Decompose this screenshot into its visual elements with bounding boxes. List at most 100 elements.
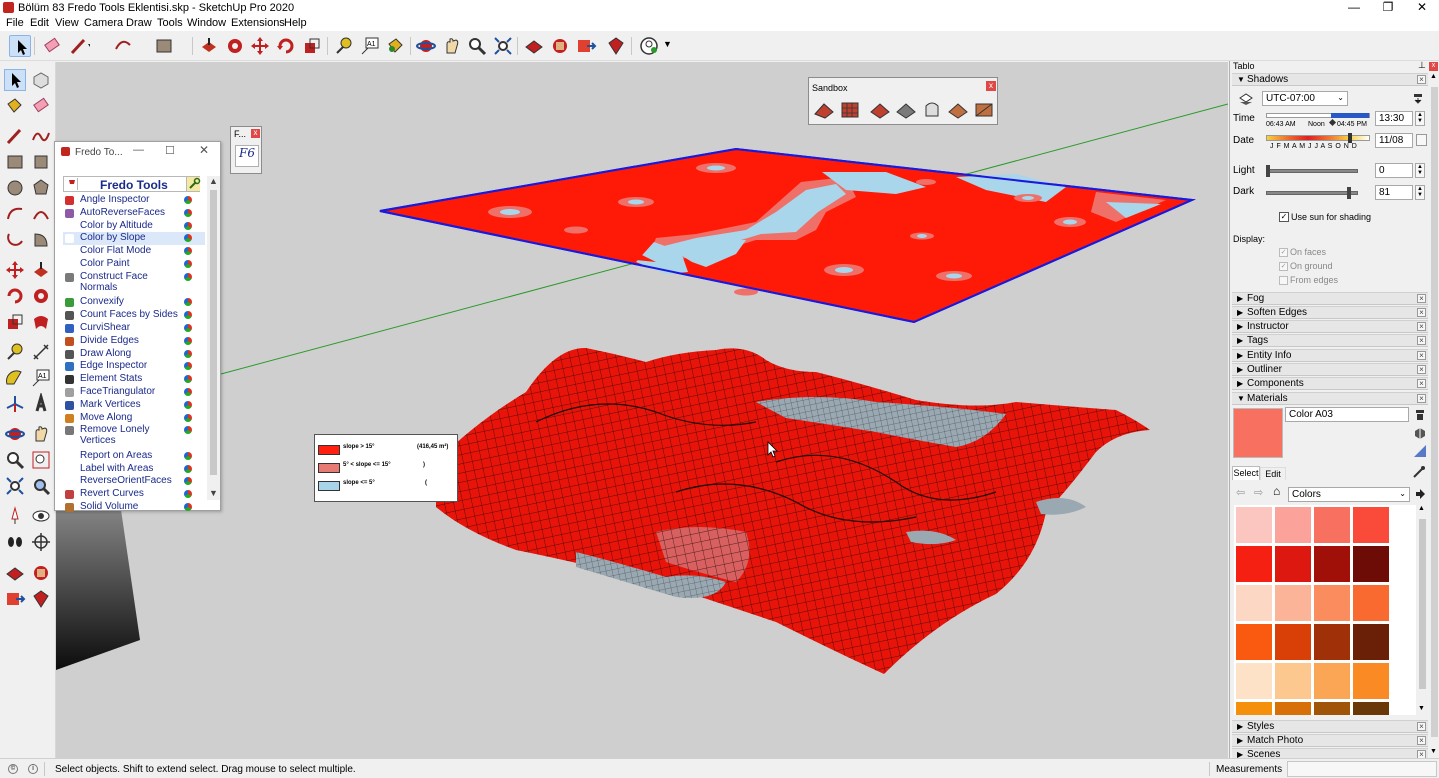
light-spinner[interactable]: ▲ ▼	[1415, 163, 1425, 178]
zoom-extents-icon[interactable]	[492, 35, 514, 57]
zoom-window-icon[interactable]	[30, 449, 52, 471]
rotate-icon[interactable]	[4, 285, 26, 307]
fog-section-header[interactable]: ▶ Fog ×	[1232, 292, 1428, 305]
menu-edit[interactable]: Edit	[30, 17, 49, 29]
scroll-up-icon[interactable]: ▲	[1418, 505, 1425, 512]
create-material-icon[interactable]	[1413, 426, 1427, 440]
rotate-tool-icon[interactable]	[275, 35, 297, 57]
warehouse-icon[interactable]	[4, 562, 26, 584]
menu-help[interactable]: Help	[284, 17, 307, 29]
dark-spinner[interactable]: ▲ ▼	[1415, 185, 1425, 200]
material-swatch[interactable]	[1353, 546, 1389, 582]
fredo-tool-menu-icon[interactable]	[184, 426, 192, 435]
previous-view-icon[interactable]	[30, 475, 52, 497]
fredo-tool-menu-icon[interactable]	[184, 490, 192, 499]
eraser-icon[interactable]	[30, 95, 52, 117]
orbit-icon[interactable]	[4, 423, 26, 445]
material-swatch[interactable]	[1353, 663, 1389, 699]
line-tool-icon[interactable]	[68, 35, 90, 57]
fredo-tool-item[interactable]: AutoReverseFaces	[63, 207, 205, 220]
date-input[interactable]: 11/08	[1375, 133, 1413, 148]
select-tool-icon[interactable]	[4, 69, 26, 91]
send-to-layout-icon[interactable]	[4, 588, 26, 610]
extension-warehouse-icon[interactable]	[30, 562, 52, 584]
fredo-tool-item[interactable]: Angle Inspector	[63, 194, 205, 207]
scroll-down-icon[interactable]: ▼	[1418, 705, 1425, 712]
dark-slider-thumb[interactable]	[1347, 187, 1351, 199]
settings-wrench-icon[interactable]	[186, 177, 201, 191]
components-section-header[interactable]: ▶ Components ×	[1232, 377, 1428, 390]
fredo-tool-item[interactable]: Element Stats	[63, 373, 205, 386]
tray-scrollbar[interactable]: ▲ ▼	[1429, 73, 1439, 758]
paint-bucket-icon[interactable]	[4, 95, 26, 117]
smoove-icon[interactable]	[869, 100, 891, 120]
material-swatch[interactable]	[1314, 663, 1350, 699]
walk-icon[interactable]	[4, 531, 26, 553]
fredo-tool-item[interactable]: ReverseOrientFaces	[63, 475, 205, 488]
date-slider-thumb[interactable]	[1348, 133, 1352, 143]
material-swatch[interactable]	[1275, 702, 1311, 715]
maximize-button[interactable]: ❐	[1371, 0, 1405, 16]
fredo-close-button[interactable]: ✕	[199, 143, 209, 157]
fredo-tool-menu-icon[interactable]	[184, 260, 192, 268]
text-tool-icon[interactable]: A1	[359, 35, 381, 57]
freehand-icon[interactable]	[30, 125, 52, 147]
scroll-thumb[interactable]	[1419, 519, 1426, 689]
default-material-icon[interactable]	[1413, 444, 1427, 458]
select-tool-icon[interactable]	[9, 35, 31, 57]
dark-input[interactable]: 81	[1375, 185, 1413, 200]
pie-icon[interactable]	[30, 229, 52, 251]
arc-icon[interactable]	[4, 203, 26, 225]
fredo-tool-item[interactable]: Count Faces by Sides	[63, 309, 205, 322]
fredo-tool-menu-icon[interactable]	[184, 298, 192, 307]
fredo-tool-item[interactable]: Color Flat Mode	[63, 245, 205, 258]
fredo-tool-menu-icon[interactable]	[184, 311, 192, 320]
circle-icon[interactable]	[4, 177, 26, 199]
fredo-tool-menu-icon[interactable]	[184, 323, 192, 332]
material-swatch[interactable]	[1275, 507, 1311, 543]
axes-icon[interactable]	[4, 393, 26, 415]
material-swatch[interactable]	[1314, 585, 1350, 621]
offset-icon[interactable]	[30, 311, 52, 333]
fredo-tool-item[interactable]: Report on Areas	[63, 450, 205, 463]
add-detail-icon[interactable]	[947, 100, 969, 120]
light-slider-thumb[interactable]	[1266, 165, 1270, 177]
material-swatch[interactable]	[1314, 702, 1350, 715]
fredo-tool-menu-icon[interactable]	[184, 464, 192, 473]
stamp-icon[interactable]	[895, 100, 917, 120]
menu-view[interactable]: View	[55, 17, 79, 29]
material-swatch[interactable]	[1314, 546, 1350, 582]
material-swatch[interactable]	[1353, 702, 1389, 715]
menu-camera[interactable]: Camera	[84, 17, 123, 29]
material-library-select[interactable]: Colors ⌄	[1288, 487, 1410, 502]
light-slider[interactable]	[1266, 169, 1358, 173]
geo-location-icon[interactable]: ©	[8, 764, 18, 774]
3d-text-icon[interactable]	[30, 393, 52, 415]
on-ground-checkbox[interactable]: ✓	[1279, 262, 1288, 271]
fredo-tool-item[interactable]: Divide Edges	[63, 335, 205, 348]
section-plane-icon[interactable]	[30, 531, 52, 553]
scroll-thumb[interactable]	[1431, 87, 1438, 737]
two-point-arc-icon[interactable]	[30, 203, 52, 225]
section-close-icon[interactable]: ×	[1417, 736, 1426, 745]
fredo-tool-item[interactable]: Revert Curves	[63, 488, 205, 501]
fredo-tool-item[interactable]: Move Along	[63, 412, 205, 425]
pencil-icon[interactable]	[4, 125, 26, 147]
scroll-down-icon[interactable]: ▼	[209, 488, 218, 498]
arc-tool-icon[interactable]	[112, 35, 134, 57]
three-point-arc-icon[interactable]	[4, 229, 26, 251]
fredo-tool-menu-icon[interactable]	[184, 387, 192, 396]
fredo-tool-menu-icon[interactable]	[184, 503, 192, 511]
fredo-minimize-button[interactable]: —	[133, 144, 144, 156]
rectangle-icon[interactable]	[4, 151, 26, 173]
tab-edit[interactable]: Edit	[1260, 467, 1286, 480]
section-close-icon[interactable]: ×	[1417, 336, 1426, 345]
menu-extensions[interactable]: Extensions	[231, 17, 285, 29]
time-slider-thumb[interactable]	[1328, 118, 1337, 127]
styles-section-header[interactable]: ▶ Styles ×	[1232, 720, 1428, 733]
menu-draw[interactable]: Draw	[126, 17, 152, 29]
fredo-tool-item[interactable]: Solid Volume	[63, 501, 205, 514]
fredo-tool-menu-icon[interactable]	[184, 477, 192, 486]
drape-icon[interactable]	[921, 100, 943, 120]
back-arrow-icon[interactable]: ⇦	[1236, 486, 1245, 499]
